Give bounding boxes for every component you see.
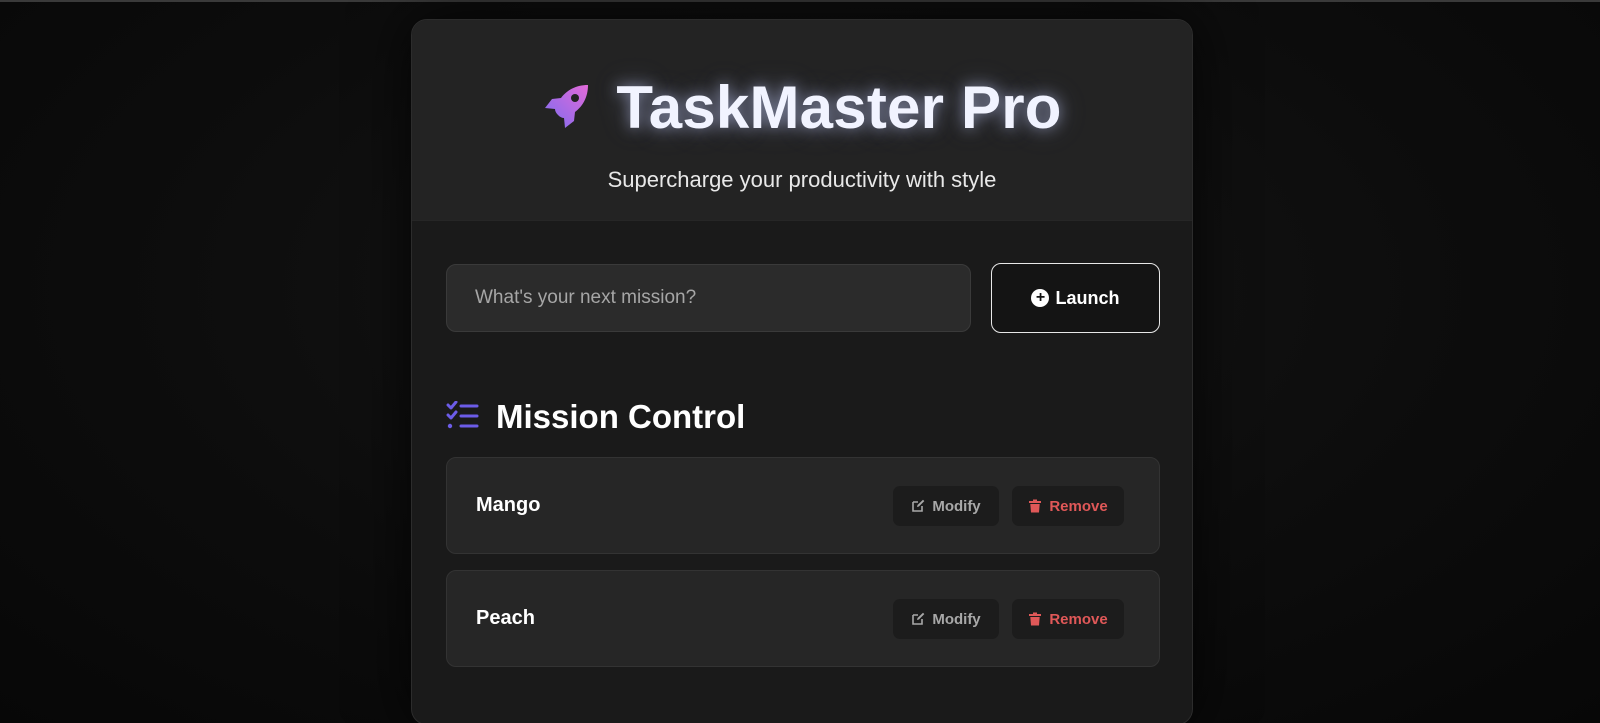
modify-button[interactable]: Modify — [893, 486, 999, 526]
launch-button[interactable]: + Launch — [991, 263, 1160, 333]
plus-circle-icon: + — [1031, 289, 1050, 307]
edit-icon — [912, 612, 925, 625]
modify-button-label: Modify — [932, 497, 981, 515]
remove-button[interactable]: Remove — [1012, 599, 1124, 639]
mission-input[interactable] — [446, 264, 971, 332]
edit-icon — [912, 499, 925, 512]
task-name: Peach — [476, 607, 535, 629]
section-header: Mission Control — [446, 397, 745, 437]
rocket-icon — [545, 85, 589, 128]
task-name: Mango — [476, 494, 541, 516]
remove-button[interactable]: Remove — [1012, 486, 1124, 526]
remove-button-label: Remove — [1049, 497, 1108, 515]
modify-button[interactable]: Modify — [893, 599, 999, 639]
title-row: TaskMaster Pro — [412, 72, 1192, 142]
launch-button-label: Launch — [1055, 287, 1120, 308]
app-subtitle: Supercharge your productivity with style — [607, 167, 997, 192]
trash-icon — [1029, 612, 1042, 626]
app-card: TaskMaster Pro Supercharge your producti… — [411, 19, 1193, 723]
section-title: Mission Control — [496, 398, 746, 435]
modify-button-label: Modify — [932, 610, 981, 628]
window-top-border — [0, 0, 1600, 2]
app-header: TaskMaster Pro Supercharge your producti… — [412, 20, 1192, 221]
app-title: TaskMaster Pro — [616, 73, 1062, 141]
task-item: Peach Modify Remove — [446, 570, 1160, 667]
task-item: Mango Modify Remove — [446, 457, 1160, 554]
trash-icon — [1029, 499, 1042, 513]
task-list-icon — [446, 401, 479, 429]
remove-button-label: Remove — [1049, 610, 1108, 628]
